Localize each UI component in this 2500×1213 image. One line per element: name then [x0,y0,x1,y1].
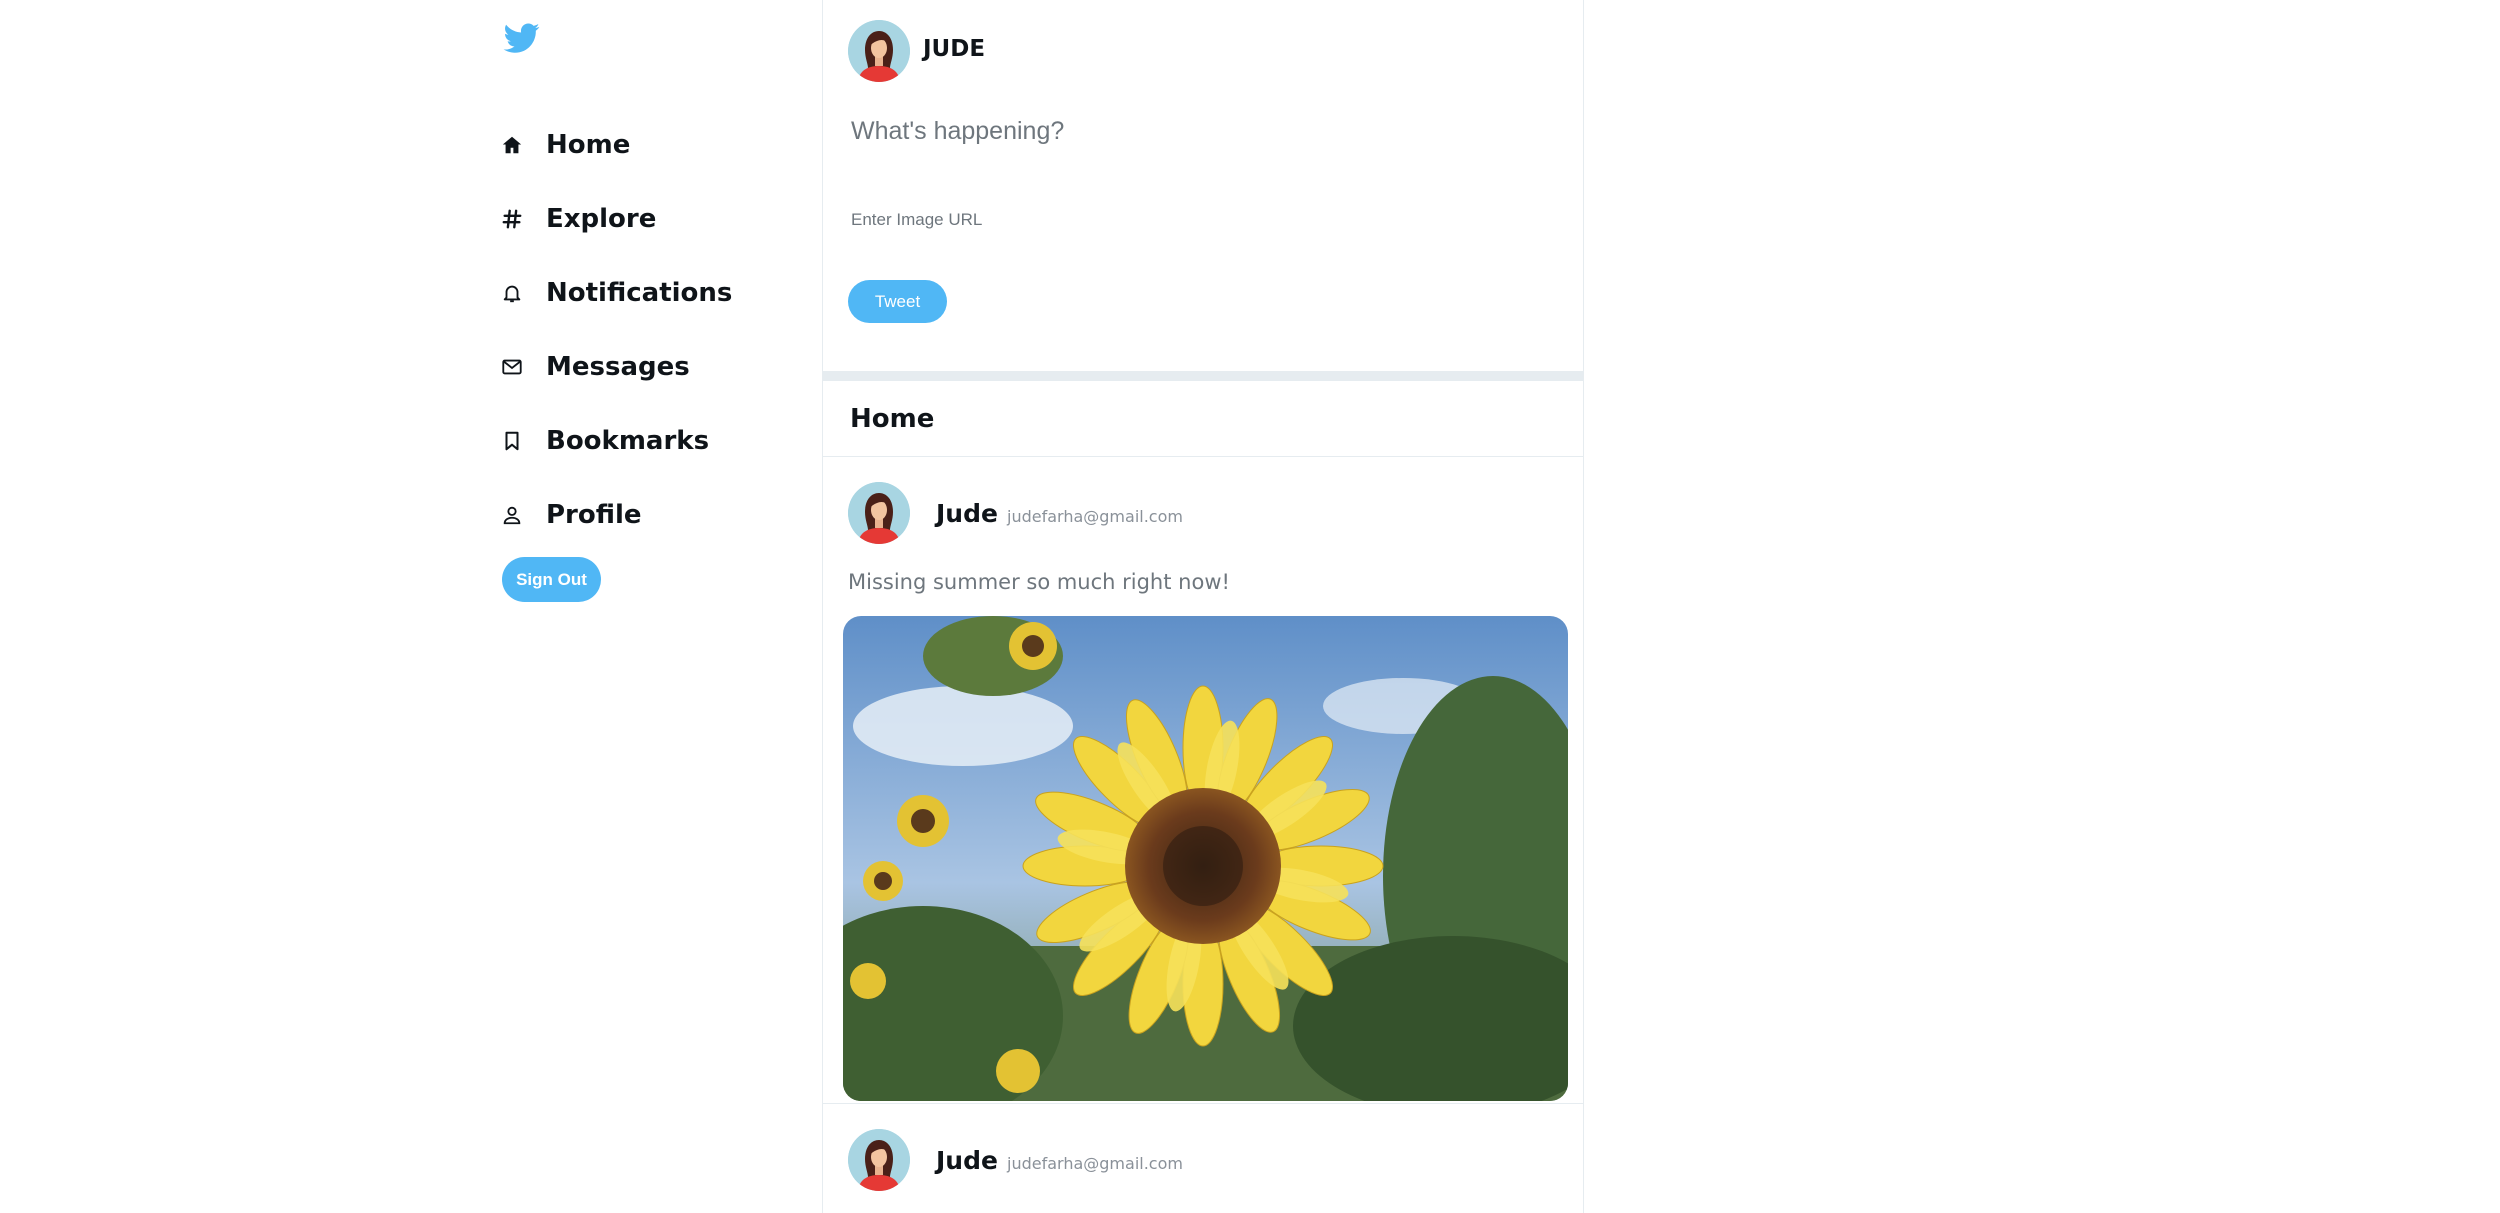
tweet-box: JUDE Tweet [823,0,1583,371]
sidebar-item-label: Explore [546,204,657,234]
sidebar-item-home[interactable]: Home [497,108,732,182]
mail-icon [497,352,527,382]
divider [823,371,1583,381]
hashtag-icon [497,204,527,234]
sidebar-item-messages[interactable]: Messages [497,330,732,404]
sidebar-item-label: Bookmarks [546,426,710,456]
sidebar-item-label: Profile [546,500,642,530]
post-author-name: Jude [936,1146,998,1175]
sidebar-item-bookmarks[interactable]: Bookmarks [497,404,732,478]
sidebar-nav: Home Explore Notifications Messages Book… [497,108,732,552]
twitter-bird-icon[interactable] [502,20,542,56]
bookmark-icon [497,426,527,456]
sidebar-item-label: Messages [546,352,690,382]
tweet-input[interactable] [849,110,1533,152]
post[interactable]: Jude judefarha@gmail.com Missing summer … [823,457,1583,1104]
avatar[interactable] [848,1129,910,1191]
sign-out-button[interactable]: Sign Out [502,557,601,602]
sunflower-photo[interactable] [843,616,1568,1101]
post-author-email: judefarha@gmail.com [1007,507,1183,526]
avatar[interactable] [848,482,910,544]
feed-header: Home [823,381,1583,457]
avatar [848,20,910,82]
feed: JUDE Tweet Home Jude judefarha@gmail.com… [822,0,1584,1213]
sidebar-item-label: Home [546,130,631,160]
sidebar-item-explore[interactable]: Explore [497,182,732,256]
post-author-name: Jude [936,499,998,528]
home-icon [497,130,527,160]
person-icon [497,500,527,530]
sidebar-item-label: Notifications [546,278,733,308]
post-author-email: judefarha@gmail.com [1007,1154,1183,1173]
page-title: Home [850,404,935,434]
sidebar-item-profile[interactable]: Profile [497,478,732,552]
tweet-box-username: JUDE [923,36,986,62]
post[interactable]: Jude judefarha@gmail.com [823,1104,1583,1213]
sidebar-item-notifications[interactable]: Notifications [497,256,732,330]
post-text: Missing summer so much right now! [848,570,1230,594]
tweet-button[interactable]: Tweet [848,280,947,323]
image-url-input[interactable] [849,204,1533,236]
bell-icon [497,278,527,308]
sidebar: Home Explore Notifications Messages Book… [497,0,797,1213]
